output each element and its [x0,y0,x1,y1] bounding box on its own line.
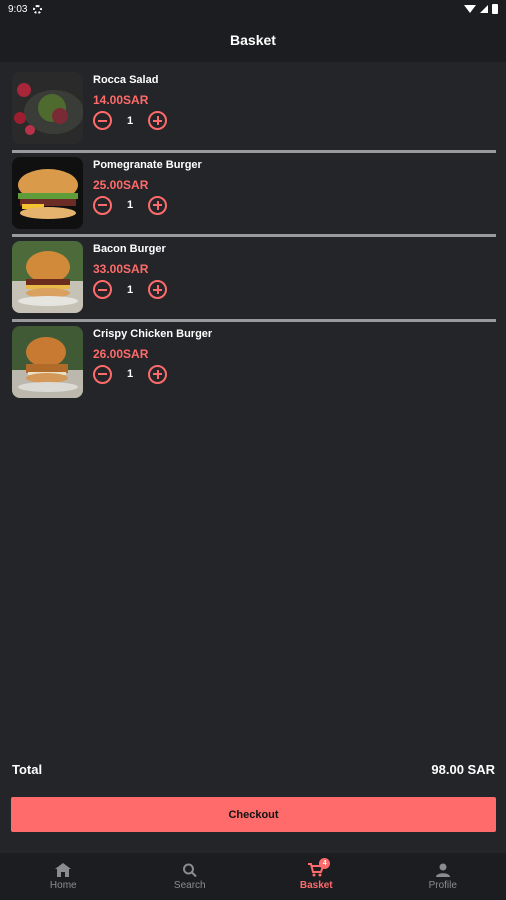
cart-badge: 4 [319,857,331,869]
status-bar: 9:03 [0,0,506,18]
increase-button[interactable] [148,280,167,299]
item-price: 26.00SAR [93,346,149,361]
basket-item: Crispy Chicken Burger 26.00SAR 1 [0,322,506,407]
minus-icon [98,373,107,375]
minus-icon [98,288,107,291]
decrease-button[interactable] [93,111,112,130]
basket-item: Pomegranate Burger 25.00SAR 1 [0,153,506,237]
quantity-stepper: 1 [93,111,167,130]
quantity-stepper: 1 [93,280,167,299]
item-quantity: 1 [126,199,134,211]
nav-basket[interactable]: 4 Basket [253,853,380,900]
increase-button[interactable] [148,364,167,384]
battery-icon [492,4,498,14]
minus-icon [98,119,107,122]
nav-label: Home [49,879,77,891]
total-label: Total [12,762,43,777]
decrease-button[interactable] [93,195,112,215]
item-name: Crispy Chicken Burger [93,327,213,340]
basket-item: Bacon Burger 33.00SAR 1 [0,237,506,322]
item-name: Bacon Burger [93,243,166,255]
item-quantity: 1 [126,114,134,127]
search-icon [182,863,197,877]
nav-label: Basket [299,879,333,891]
item-price: 14.00SAR [93,93,149,107]
total-row: Total 98.00 SAR [12,762,495,777]
item-name: Rocca Salad [93,74,159,86]
decrease-button[interactable] [93,364,112,384]
bottom-nav: Home Search 4 Basket Profile [0,853,506,900]
nav-profile[interactable]: Profile [380,853,506,900]
quantity-stepper: 1 [93,364,167,384]
nav-label: Search [173,879,206,891]
app-bar: Basket [0,18,506,62]
item-name: Pomegranate Burger [93,158,202,171]
increase-button[interactable] [148,111,167,130]
increase-button[interactable] [148,195,167,215]
wifi-icon [464,5,476,13]
item-quantity: 1 [126,283,134,296]
item-quantity: 1 [126,368,134,380]
item-price: 33.00SAR [93,262,149,276]
cart-icon: 4 [308,857,331,877]
item-image-pomegranate-burger [12,156,83,229]
nav-label: Profile [428,879,457,891]
basket-item: Rocca Salad 14.00SAR 1 [0,68,506,153]
total-value: 98.00 SAR [431,762,495,777]
home-icon [55,862,72,877]
item-image-rocca-salad [12,72,83,144]
item-image-crispy-chicken-burger [12,325,83,398]
nav-search[interactable]: Search [127,853,254,900]
settings-icon [33,4,43,14]
checkout-button[interactable]: Checkout [11,797,496,832]
basket-list: Rocca Salad 14.00SAR 1 Pomegranate Burge… [0,68,506,406]
minus-icon [98,204,107,206]
item-price: 25.00SAR [93,177,149,192]
decrease-button[interactable] [93,280,112,299]
cellular-icon [480,5,488,13]
nav-home[interactable]: Home [0,853,127,900]
quantity-stepper: 1 [93,195,167,215]
status-time: 9:03 [8,3,28,15]
person-icon [435,863,450,877]
page-title: Basket [230,32,276,48]
item-image-bacon-burger [12,241,83,313]
